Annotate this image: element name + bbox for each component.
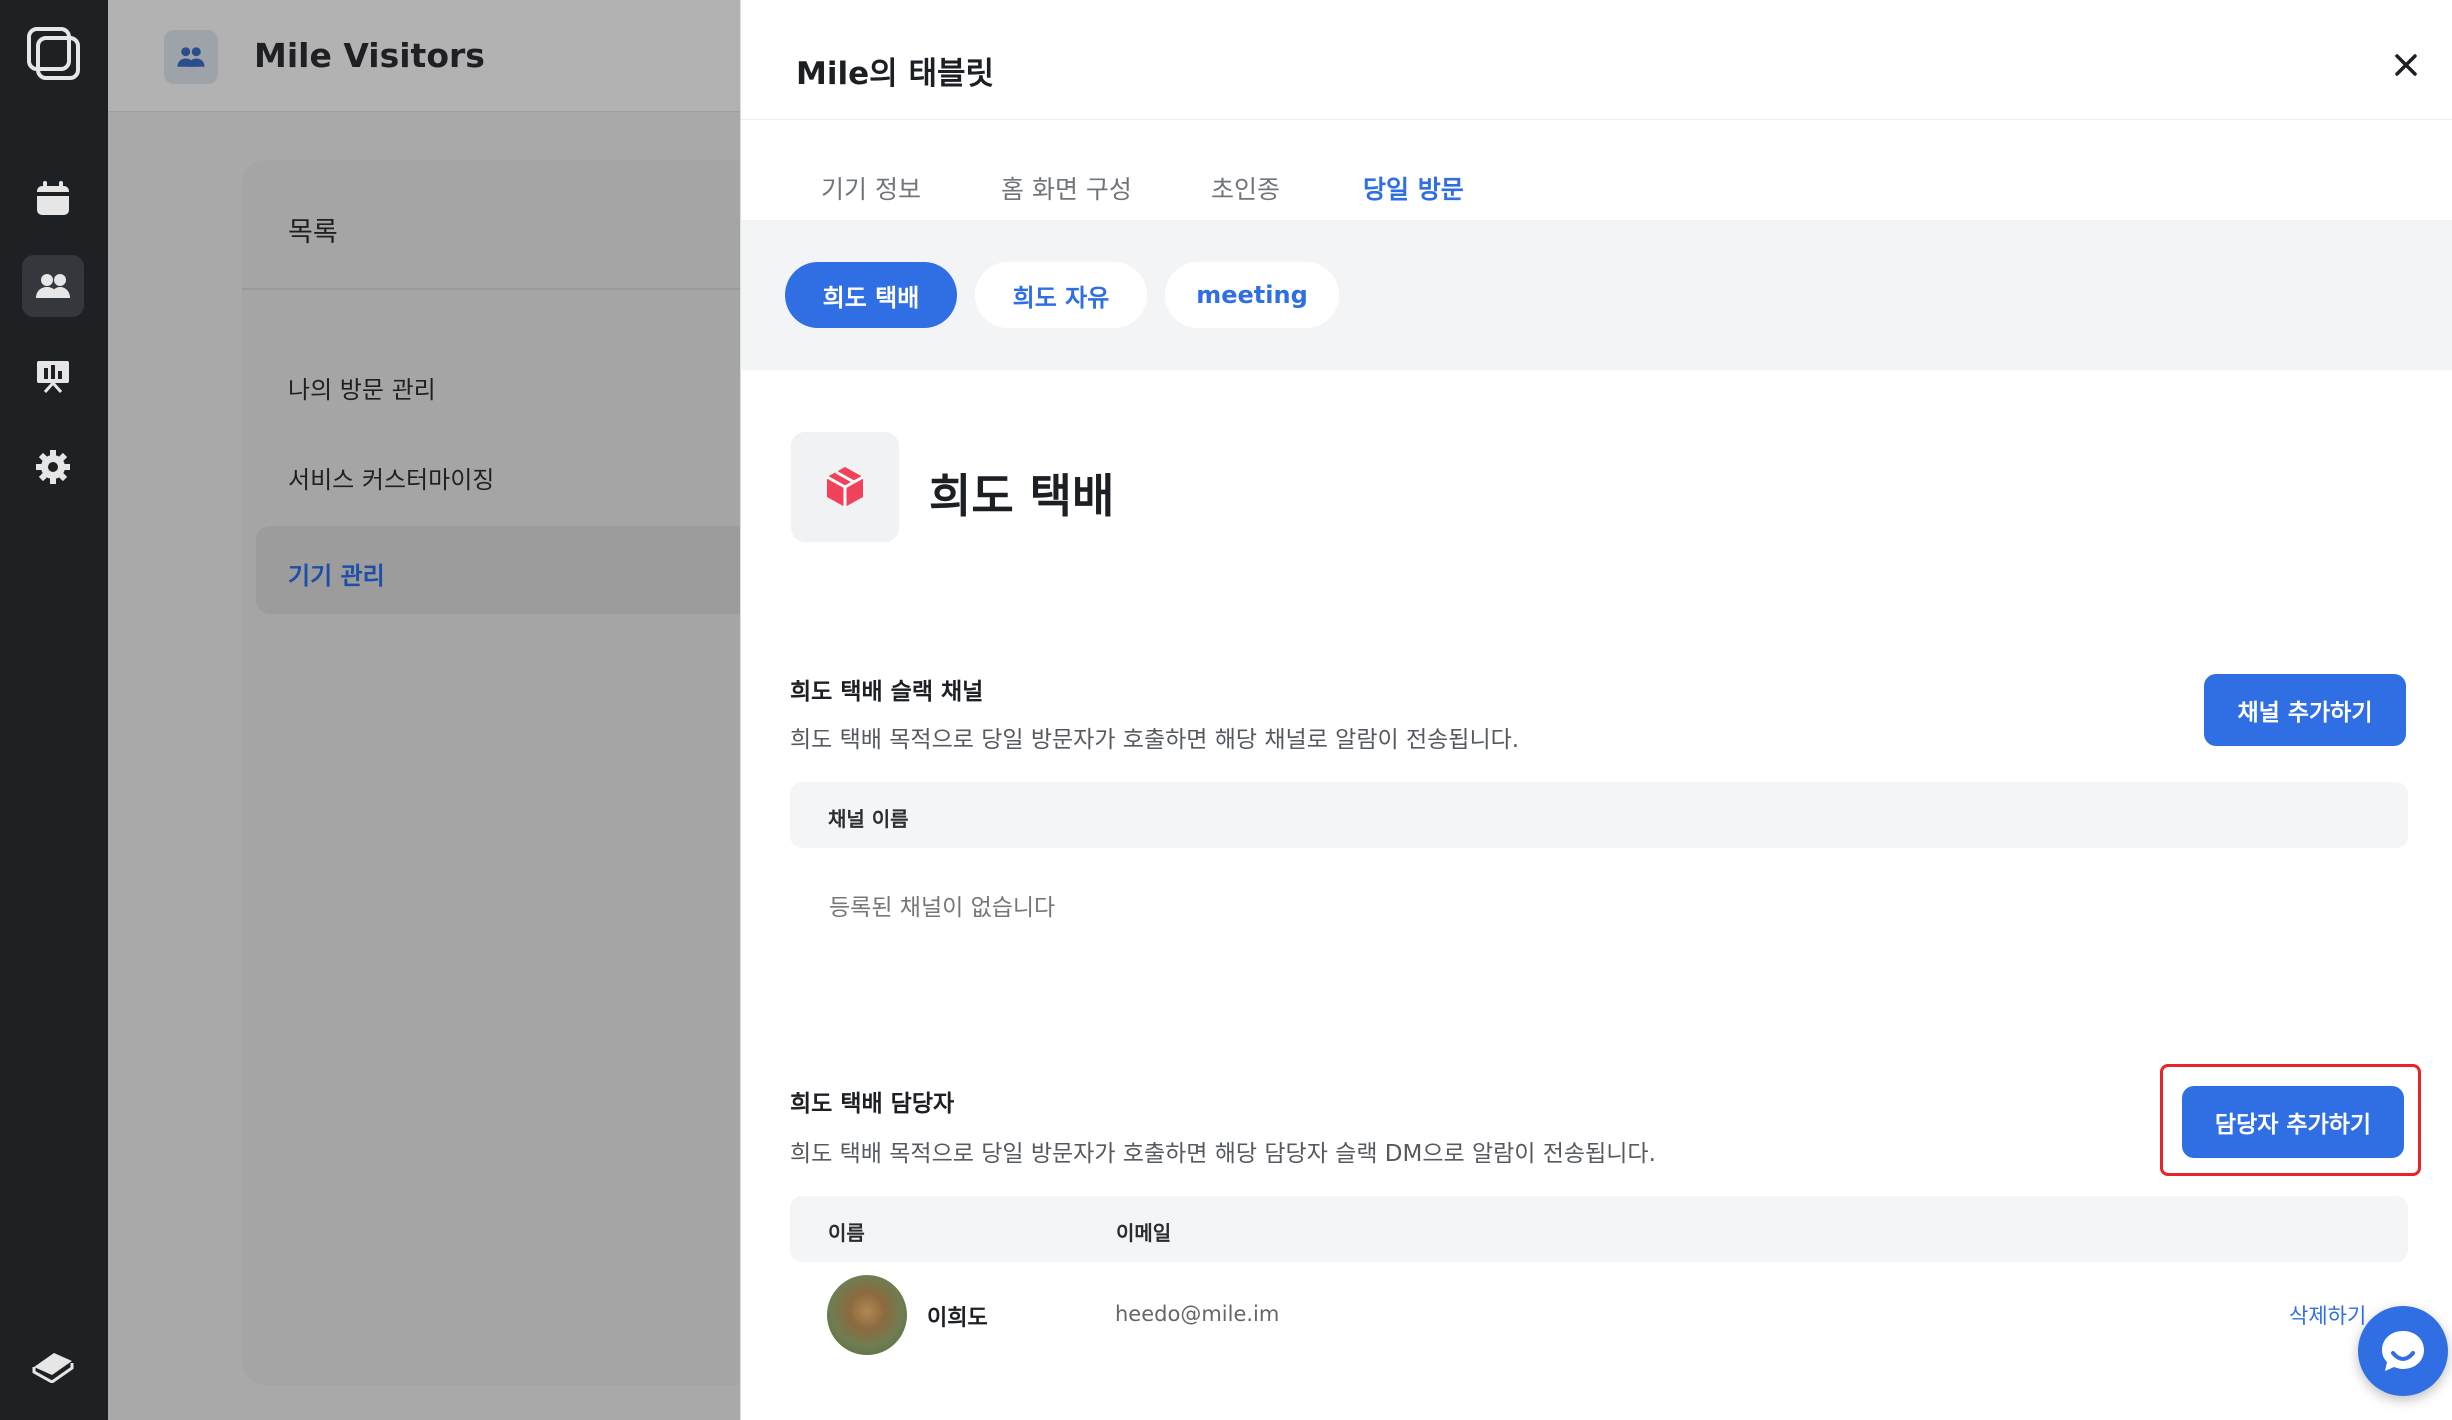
menu-item-label: 서비스 커스터마이징 — [288, 466, 495, 494]
channel-section-title: 희도 택배 슬랙 채널 — [790, 679, 984, 705]
manager-name: 이희도 — [927, 1306, 988, 1331]
gear-icon[interactable] — [22, 436, 84, 498]
manager-table-header: 이름 이메일 — [790, 1196, 2408, 1262]
column-channel-name: 채널 이름 — [828, 807, 909, 831]
app-logo-icon[interactable] — [24, 24, 82, 82]
presentation-icon[interactable] — [22, 345, 84, 407]
app-title: Mile Visitors — [254, 36, 485, 75]
purpose-heading: 희도 택배 — [929, 469, 1115, 523]
menu-item-label: 기기 관리 — [288, 562, 385, 590]
channel-table-header: 채널 이름 — [790, 782, 2408, 848]
book-icon[interactable] — [22, 1332, 84, 1394]
delete-manager-link[interactable]: 삭제하기 — [2289, 1300, 2366, 1330]
column-email: 이메일 — [1116, 1221, 1172, 1245]
tab-same-day-visit[interactable]: 당일 방문 — [1347, 170, 1480, 225]
chat-icon[interactable] — [2358, 1306, 2448, 1396]
add-manager-button[interactable]: 담당자 추가하기 — [2182, 1086, 2404, 1158]
device-drawer: Mile의 태블릿 기기 정보 홈 화면 구성 초인종 당일 방문 희도 택배 … — [740, 0, 2452, 1420]
close-icon[interactable] — [2391, 50, 2421, 80]
menu-item-customizing[interactable]: 서비스 커스터마이징 › — [256, 430, 816, 518]
column-name: 이름 — [828, 1221, 865, 1245]
channel-empty-state: 등록된 채널이 없습니다 — [829, 895, 1056, 921]
add-channel-button[interactable]: 채널 추가하기 — [2204, 674, 2406, 746]
workspace-header: Mile Visitors — [108, 0, 740, 112]
menu-item-devices[interactable]: 기기 관리 › — [256, 526, 816, 614]
workspace-avatar — [164, 30, 218, 84]
purpose-filter-bar: 희도 택배 희도 자유 meeting — [741, 220, 2452, 370]
channel-section-description: 희도 택배 목적으로 당일 방문자가 호출하면 해당 채널로 알람이 전송됩니다… — [790, 727, 1520, 753]
purpose-pill-free[interactable]: 희도 자유 — [975, 262, 1147, 328]
background-page: Mile Visitors 목록 나의 방문 관리 › 서비스 커스터마이징 ›… — [108, 0, 830, 1420]
menu-item-my-visits[interactable]: 나의 방문 관리 › — [256, 340, 816, 428]
package-icon — [791, 432, 899, 542]
menu-title: 목록 — [288, 217, 338, 248]
purpose-pill-delivery[interactable]: 희도 택배 — [785, 262, 957, 328]
users-icon[interactable] — [22, 255, 84, 317]
tab-device-info[interactable]: 기기 정보 — [821, 170, 921, 222]
manager-section-description: 희도 택배 목적으로 당일 방문자가 호출하면 해당 담당자 슬랙 DM으로 알… — [790, 1141, 1656, 1167]
purpose-pill-meeting[interactable]: meeting — [1165, 262, 1339, 328]
manager-section-title: 희도 택배 담당자 — [790, 1091, 955, 1117]
manager-email: heedo@mile.im — [1115, 1302, 1280, 1326]
drawer-title: Mile의 태블릿 — [796, 56, 994, 92]
menu-item-label: 나의 방문 관리 — [288, 376, 436, 404]
tab-home-layout[interactable]: 홈 화면 구성 — [1001, 170, 1132, 222]
tab-bar: 기기 정보 홈 화면 구성 초인종 당일 방문 — [741, 120, 2452, 225]
avatar — [827, 1275, 907, 1355]
drawer-header: Mile의 태블릿 — [741, 0, 2452, 120]
tab-doorbell[interactable]: 초인종 — [1211, 170, 1280, 222]
calendar-icon[interactable] — [22, 168, 84, 230]
icon-rail — [0, 0, 108, 1420]
